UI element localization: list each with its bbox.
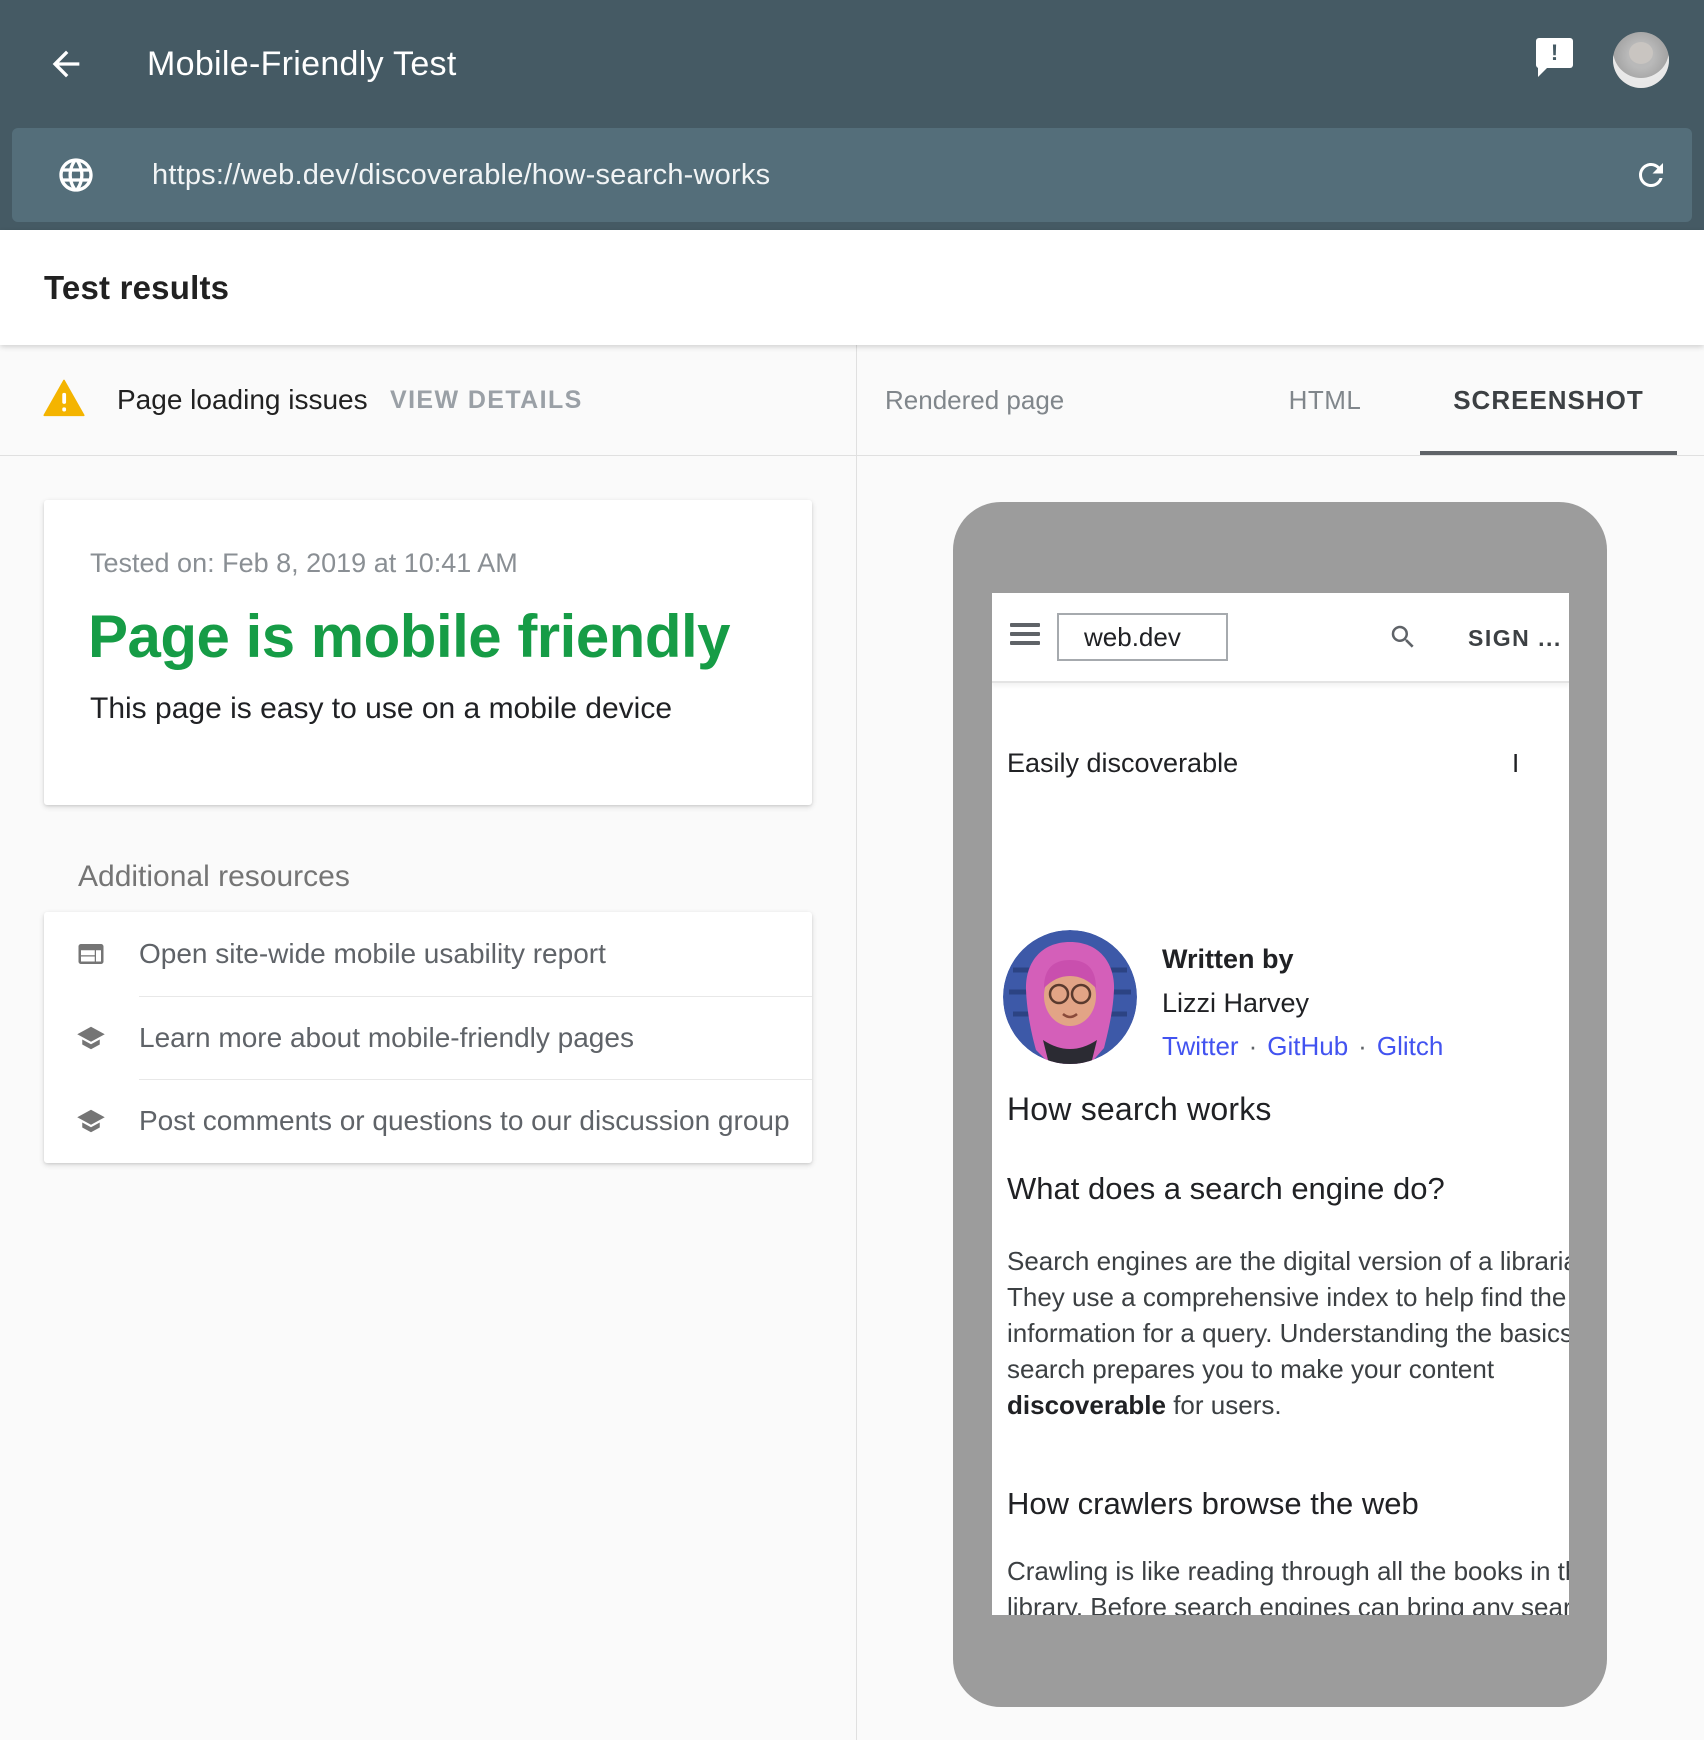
paragraph-line: discoverable for users. <box>1007 1387 1555 1423</box>
school-icon <box>76 1023 106 1053</box>
tab-bar: Rendered page HTMLSCREENSHOT <box>856 345 1704 455</box>
site-logo-box: web.dev <box>1057 613 1228 661</box>
resource-item-label: Open site-wide mobile usability report <box>139 938 606 970</box>
refresh-button[interactable] <box>1633 157 1669 193</box>
url-text: https://web.dev/discoverable/how-search-… <box>152 128 770 222</box>
written-by-label: Written by <box>1162 944 1294 975</box>
user-avatar[interactable] <box>1613 32 1669 88</box>
resources-heading: Additional resources <box>78 860 350 894</box>
panel-divider <box>856 345 857 1740</box>
author-links: Twitter · GitHub · Glitch <box>1162 1031 1443 1062</box>
hamburger-menu-icon <box>1010 623 1040 651</box>
refresh-icon <box>1633 157 1669 193</box>
breadcrumb: Easily discoverable I <box>1007 743 1554 783</box>
web-report-icon <box>76 939 106 969</box>
verdict-description: This page is easy to use on a mobile dev… <box>90 692 672 726</box>
resource-item[interactable]: Post comments or questions to our discus… <box>44 1079 812 1163</box>
resource-item-label: Post comments or questions to our discus… <box>139 1105 790 1137</box>
content-area: Page loading issues VIEW DETAILS Tested … <box>0 345 1704 1740</box>
school-icon <box>76 1106 106 1136</box>
paragraph-line: library. Before search engines can bring… <box>1007 1589 1555 1615</box>
paragraph-line: Search engines are the digital version o… <box>1007 1243 1555 1279</box>
result-card: Tested on: Feb 8, 2019 at 10:41 AM Page … <box>44 500 812 805</box>
paragraph-line: information for a query. Understanding t… <box>1007 1315 1555 1351</box>
feedback-button[interactable]: ! <box>1536 38 1576 78</box>
verdict-title: Page is mobile friendly <box>88 602 730 671</box>
section-paragraph: Crawling is like reading through all the… <box>1007 1553 1555 1615</box>
tab-html[interactable]: HTML <box>1250 345 1400 455</box>
author-link-glitch: Glitch <box>1377 1031 1443 1061</box>
section-heading: How crawlers browse the web <box>1007 1486 1419 1522</box>
back-button[interactable] <box>42 40 90 88</box>
header-row-border <box>0 455 1704 456</box>
app-header: Mobile-Friendly Test ! https://web.dev/d… <box>0 0 1704 230</box>
resource-item-label: Learn more about mobile-friendly pages <box>139 1022 634 1054</box>
resource-item[interactable]: Open site-wide mobile usability report <box>44 912 812 996</box>
tab-screenshot[interactable]: SCREENSHOT <box>1420 345 1677 455</box>
status-label: Page loading issues <box>117 345 368 455</box>
paragraph-line: They use a comprehensive index to help f… <box>1007 1279 1555 1315</box>
author-link-twitter: Twitter <box>1162 1031 1239 1061</box>
paragraph-line: search prepares you to make your content <box>1007 1351 1555 1387</box>
status-row: Page loading issues VIEW DETAILS <box>0 345 856 455</box>
breadcrumb-trailing: I <box>1512 748 1519 779</box>
resources-card: Open site-wide mobile usability report Le… <box>44 912 812 1163</box>
results-band: Test results <box>0 230 1704 345</box>
phone-screenshot: web.dev SIGN ... Easily discoverable I <box>992 593 1569 1615</box>
author-link-github: GitHub <box>1267 1031 1348 1061</box>
app-bar: Mobile-Friendly Test ! <box>0 0 1704 128</box>
author-name: Lizzi Harvey <box>1162 988 1309 1019</box>
link-separator: · <box>1249 1031 1258 1061</box>
globe-icon <box>56 155 96 195</box>
page-title: Test results <box>44 230 229 345</box>
resource-item[interactable]: Learn more about mobile-friendly pages <box>44 996 812 1080</box>
link-separator: · <box>1358 1031 1367 1061</box>
phone-mockup: web.dev SIGN ... Easily discoverable I <box>953 502 1607 1707</box>
screenshot-site-header: web.dev SIGN ... <box>992 593 1569 683</box>
url-bar[interactable]: https://web.dev/discoverable/how-search-… <box>12 128 1692 222</box>
author-block: Written by Lizzi Harvey Twitter · GitHub · G… <box>992 930 1569 1072</box>
search-icon <box>1388 622 1418 652</box>
tested-on-timestamp: Tested on: Feb 8, 2019 at 10:41 AM <box>90 548 518 579</box>
site-name: web.dev <box>1084 622 1181 653</box>
author-avatar <box>1003 930 1137 1064</box>
paragraph-line: Crawling is like reading through all the… <box>1007 1553 1555 1589</box>
breadcrumb-label: Easily discoverable <box>1007 748 1238 779</box>
arrow-back-icon <box>46 44 86 84</box>
sign-in-label: SIGN ... <box>1468 593 1562 683</box>
section-heading: What does a search engine do? <box>1007 1171 1445 1207</box>
view-details-link[interactable]: VIEW DETAILS <box>390 345 583 455</box>
article-title: How search works <box>1007 1091 1272 1128</box>
section-paragraph: Search engines are the digital version o… <box>1007 1243 1555 1423</box>
warning-icon <box>43 379 85 417</box>
app-title: Mobile-Friendly Test <box>147 0 457 128</box>
tab-rendered-page[interactable]: Rendered page <box>885 345 1064 455</box>
